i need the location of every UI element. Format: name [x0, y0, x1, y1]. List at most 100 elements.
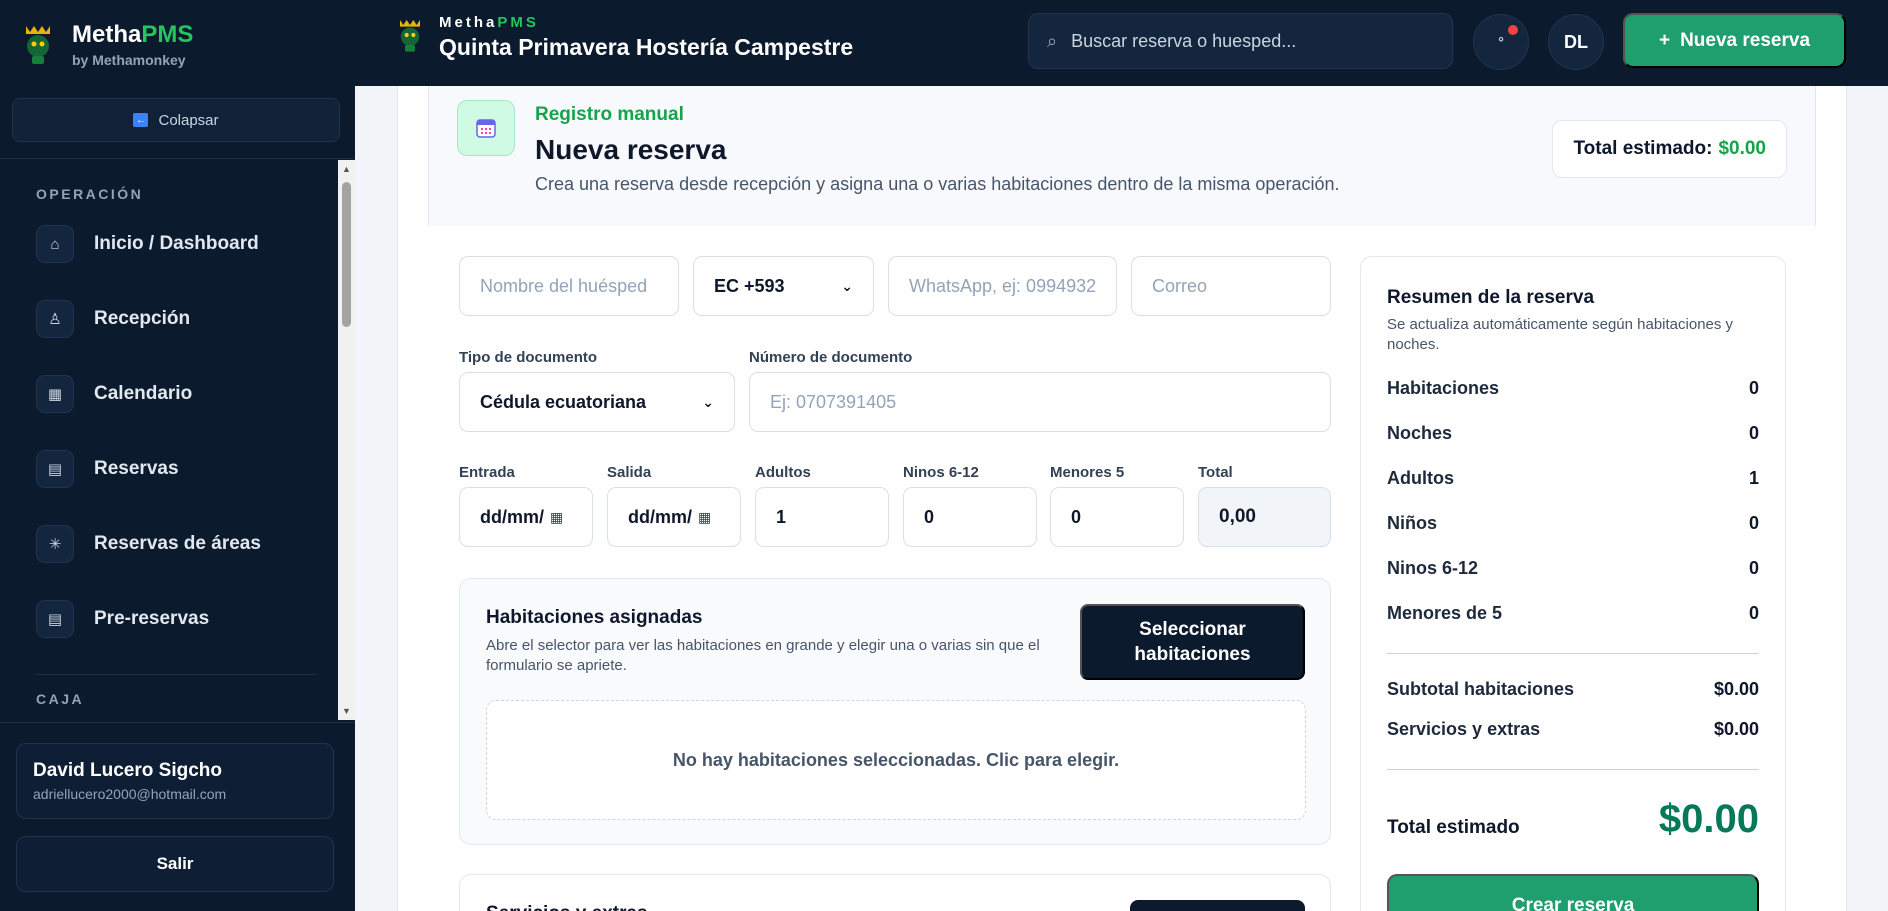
summary-row: Noches 0: [1387, 423, 1759, 443]
select-rooms-button[interactable]: Seleccionar habitaciones: [1080, 604, 1305, 680]
divider: [1387, 653, 1759, 654]
topbar: MethaPMS Quinta Primavera Hostería Campe…: [355, 0, 1888, 86]
sidebar-brand[interactable]: MethaPMS by Methamonkey: [18, 18, 193, 70]
create-reservation-button[interactable]: Crear reserva: [1387, 874, 1759, 911]
sidebar-item-label: Pre-reservas: [94, 608, 210, 629]
brand-name: MethaPMS: [72, 20, 194, 48]
collapse-label: Colapsar: [158, 111, 219, 129]
entrada-date-input[interactable]: dd/mm/▦: [459, 487, 593, 547]
ninos-input[interactable]: 0: [903, 487, 1037, 547]
scrollbar-thumb[interactable]: [342, 182, 351, 327]
phone-code-select[interactable]: EC +593 ⌄: [693, 256, 874, 316]
summary-row: Niños 0: [1387, 513, 1759, 533]
user-card: David Lucero Sigcho adriellucero2000@hot…: [16, 743, 334, 819]
brand-subtitle: by Methamonkey: [72, 51, 186, 68]
sparkle-icon: ✳: [36, 525, 74, 563]
notification-icon: °: [1498, 34, 1504, 50]
menores-input[interactable]: 0: [1050, 487, 1184, 547]
collapse-button[interactable]: ← Colapsar: [12, 98, 340, 142]
page-title: Nueva reserva: [535, 134, 727, 165]
sidebar-item-reservas[interactable]: ▤ Reservas: [36, 447, 336, 491]
sidebar-item-recepcion[interactable]: ♙ Recepción: [36, 297, 336, 341]
divider: [0, 722, 355, 723]
whatsapp-input[interactable]: WhatsApp, ej: 0994932: [888, 256, 1117, 316]
user-name: David Lucero Sigcho: [33, 760, 222, 781]
add-service-button[interactable]: [1130, 900, 1305, 911]
search-box[interactable]: ⌕: [1028, 13, 1453, 69]
home-icon: ⌂: [36, 225, 74, 263]
chevron-down-icon: ⌄: [702, 393, 714, 410]
page-description: Crea una reserva desde recepción y asign…: [535, 174, 1340, 194]
sidebar-item-calendario[interactable]: ▦ Calendario: [36, 372, 336, 416]
sidebar-item-label: Reservas: [94, 458, 179, 479]
sidebar-item-label: Reservas de áreas: [94, 533, 261, 554]
sidebar-item-dashboard[interactable]: ⌂ Inicio / Dashboard: [36, 222, 336, 266]
salida-date-input[interactable]: dd/mm/▦: [607, 487, 741, 547]
services-title: Servicios y extras: [486, 903, 648, 911]
topbar-brand: MethaPMS Quinta Primavera Hostería Campe…: [395, 14, 853, 61]
summary-subtitle: Se actualiza automáticamente según habit…: [1387, 316, 1734, 353]
page-header: Registro manual Nueva reserva Crea una r…: [428, 86, 1816, 226]
sidebar-item-reservas-areas[interactable]: ✳ Reservas de áreas: [36, 522, 336, 566]
guest-name-input[interactable]: Nombre del huésped: [459, 256, 679, 316]
rooms-panel: Habitaciones asignadas Abre el selector …: [459, 578, 1331, 845]
total-label: Total: [1198, 464, 1233, 481]
calendar-icon: [457, 100, 515, 156]
summary-total-label: Total estimado: [1387, 817, 1520, 838]
arrow-left-icon: ←: [133, 113, 149, 127]
rooms-empty-state[interactable]: No hay habitaciones seleccionadas. Clic …: [486, 700, 1306, 820]
summary-panel: Resumen de la reserva Se actualiza autom…: [1360, 256, 1786, 911]
sidebar-nav: OPERACIÓN ⌂ Inicio / Dashboard ♙ Recepci…: [0, 160, 340, 720]
sidebar-item-pre-reservas[interactable]: ▤ Pre-reservas: [36, 597, 336, 641]
summary-row: Menores de 50: [1387, 603, 1759, 623]
sidebar-item-label: Calendario: [94, 383, 193, 404]
notification-dot: [1508, 25, 1518, 35]
sidebar-item-label: Recepción: [94, 308, 191, 329]
doc-type-label: Tipo de documento: [459, 349, 598, 366]
scroll-up-icon[interactable]: ▲: [342, 164, 351, 174]
summary-row: Adultos 1: [1387, 468, 1759, 488]
topbar-brand-name: MethaPMS: [439, 14, 539, 31]
rooms-description: Abre el selector para ver las habitacion…: [486, 637, 1040, 674]
sidebar: MethaPMS by Methamonkey ← Colapsar OPERA…: [0, 0, 355, 911]
logout-button[interactable]: Salir: [16, 836, 334, 892]
doc-number-label: Número de documento: [749, 349, 913, 366]
monkey-logo-icon: [18, 18, 58, 70]
summary-subtotal-row: Subtotal habitaciones $0.00: [1387, 679, 1759, 699]
hotel-name: Quinta Primavera Hostería Campestre: [439, 34, 854, 60]
calendar-icon: ▦: [36, 375, 74, 413]
main-card: Registro manual Nueva reserva Crea una r…: [397, 86, 1847, 911]
notifications-button[interactable]: °: [1473, 14, 1529, 70]
rooms-title: Habitaciones asignadas: [486, 607, 703, 628]
new-reservation-label: Nueva reserva: [1680, 29, 1811, 51]
estimated-total-badge: Total estimado: $0.00: [1552, 120, 1787, 178]
plus-icon: +: [1658, 29, 1671, 51]
document-icon: ▤: [36, 600, 74, 638]
doc-number-input[interactable]: Ej: 0707391405: [749, 372, 1331, 432]
sidebar-scrollbar[interactable]: ▲ ▼: [338, 160, 355, 720]
total-readonly: 0,00: [1198, 487, 1331, 547]
email-input[interactable]: Correo: [1131, 256, 1331, 316]
summary-services-row: Servicios y extras $0.00: [1387, 719, 1759, 739]
summary-row: Ninos 6-12 0: [1387, 558, 1759, 578]
bell-icon: ♙: [36, 300, 74, 338]
calendar-icon: ▦: [698, 508, 712, 525]
avatar[interactable]: DL: [1548, 14, 1604, 70]
services-panel: Servicios y extras: [459, 874, 1331, 911]
new-reservation-button[interactable]: + Nueva reserva: [1623, 13, 1846, 68]
sidebar-item-label: Inicio / Dashboard: [94, 233, 259, 254]
summary-total-value: $0.00: [1658, 797, 1759, 841]
monkey-logo-icon: [395, 14, 425, 61]
doc-type-select[interactable]: Cédula ecuatoriana ⌄: [459, 372, 735, 432]
search-input[interactable]: [1071, 30, 1432, 52]
calendar-icon: ▦: [550, 508, 564, 525]
adultos-input[interactable]: 1: [755, 487, 889, 547]
page-kicker: Registro manual: [535, 104, 684, 125]
ninos-label: Ninos 6-12: [903, 464, 979, 481]
scroll-down-icon[interactable]: ▼: [342, 706, 351, 716]
divider: [0, 158, 355, 159]
document-icon: ▤: [36, 450, 74, 488]
user-email: adriellucero2000@hotmail.com: [33, 786, 227, 802]
divider: [36, 674, 316, 675]
summary-title: Resumen de la reserva: [1387, 287, 1595, 308]
